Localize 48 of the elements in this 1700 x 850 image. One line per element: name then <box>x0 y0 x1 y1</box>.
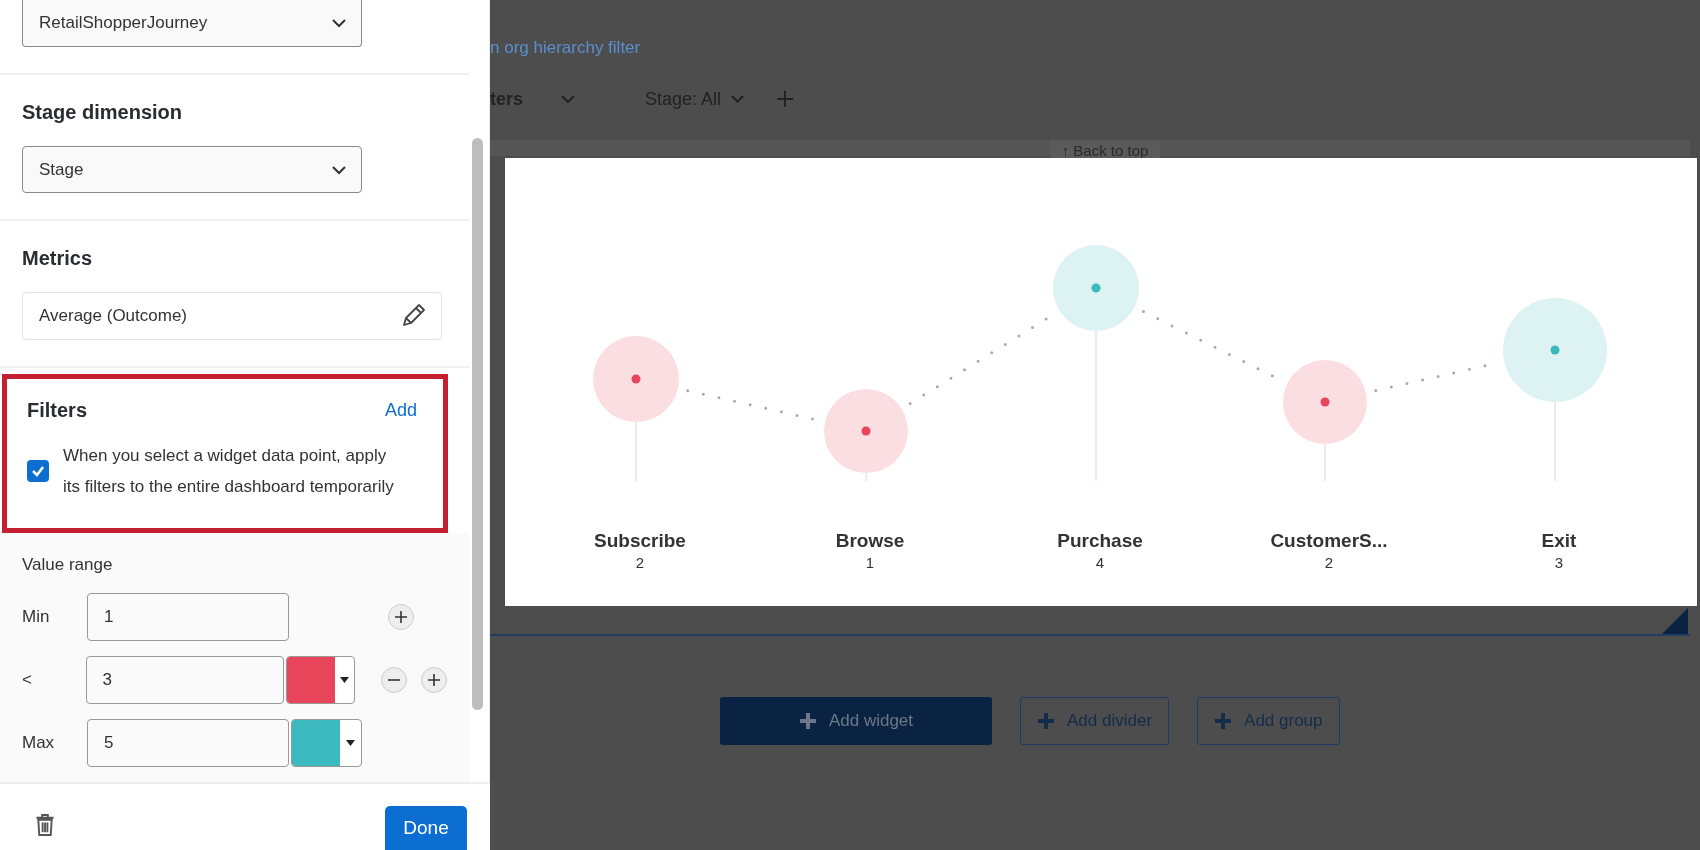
add-button[interactable] <box>388 604 414 630</box>
value-input[interactable]: 3 <box>85 656 284 704</box>
checkbox[interactable] <box>27 460 49 482</box>
stage-count: 4 <box>1095 554 1105 571</box>
stage-name: Browse <box>835 530 905 551</box>
remove-button[interactable] <box>381 667 407 693</box>
stage-count: 2 <box>635 554 645 571</box>
section-title: Stage dimension <box>22 101 184 124</box>
minus-icon <box>386 679 402 681</box>
plus-icon <box>1037 712 1055 730</box>
resize-handle[interactable] <box>1662 608 1688 634</box>
value-range-label: Value range <box>22 555 114 575</box>
org-filter-link[interactable]: n org hierarchy filter <box>490 38 1700 60</box>
color-picker[interactable] <box>285 656 355 704</box>
chevron-down-icon <box>331 164 347 175</box>
trash-icon[interactable] <box>35 814 55 836</box>
stage-name: Exit <box>1541 530 1577 551</box>
checkbox-label: When you select a widget data point, apply its filters to the entire dashboard temporarily <box>63 445 395 498</box>
value-input[interactable]: 1 <box>87 593 289 641</box>
caret-icon[interactable] <box>339 677 349 683</box>
stage-count: 2 <box>1324 554 1334 571</box>
add-button[interactable]: Add widget <box>720 697 992 745</box>
stage-name: Subscribe <box>594 530 686 551</box>
row-label: Min <box>22 607 51 627</box>
plus-icon <box>798 712 817 730</box>
add-link[interactable]: Add <box>384 400 417 421</box>
plus-icon <box>426 672 442 688</box>
caret-icon[interactable] <box>346 740 355 746</box>
plus-icon <box>1214 712 1233 730</box>
section-title: Filters <box>27 399 88 422</box>
metric-field[interactable]: Average (Outcome) <box>22 292 442 340</box>
done-button[interactable]: Done <box>385 806 467 850</box>
journey-dropdown[interactable]: RetailShopperJourney <box>22 0 362 47</box>
stage-count: 3 <box>1554 554 1564 571</box>
plus-icon <box>393 609 409 625</box>
color-picker[interactable] <box>291 719 362 767</box>
stage-dropdown[interactable]: Stage <box>22 146 362 193</box>
value-input[interactable]: 5 <box>87 719 289 767</box>
row-label: < <box>22 670 33 690</box>
section-title: Metrics <box>22 247 94 270</box>
row-label: Max <box>22 733 56 753</box>
check-icon <box>31 464 45 478</box>
chevron-down-icon <box>331 18 347 28</box>
scrollbar[interactable] <box>472 138 483 710</box>
stage-name: Purchase <box>1057 530 1143 551</box>
stage-name: CustomerS... <box>1270 530 1388 551</box>
add-button[interactable] <box>421 667 447 693</box>
stage-count: 1 <box>865 554 875 571</box>
